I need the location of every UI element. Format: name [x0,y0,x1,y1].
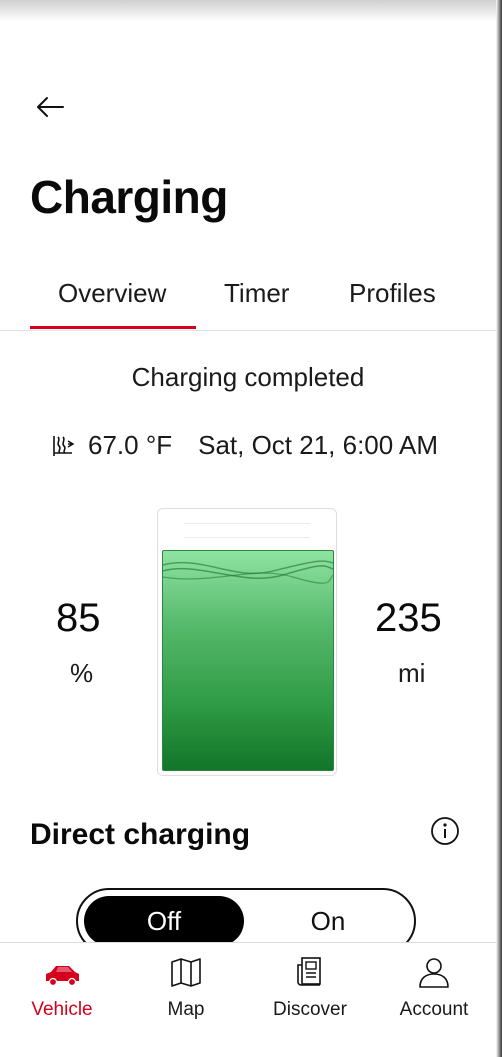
charging-status: Charging completed [131,362,365,392]
cabin-temperature: 67.0 °F [88,430,173,460]
climate-info-row: 67.0 °F Sat, Oct 21, 6:00 AM [50,430,438,461]
timer-datetime: Sat, Oct 21, 6:00 AM [198,430,439,460]
soc-unit: % [70,658,94,688]
climate-heat-icon [53,435,75,456]
nav-map[interactable]: Map [124,955,248,1021]
active-tab-indicator [30,326,196,329]
discover-icon [297,957,321,986]
charging-screen: Charging Overview Timer Profiles Chargin… [0,0,502,1057]
soc-value: 85 [56,596,101,640]
nav-label-discover: Discover [273,999,347,1020]
range-value: 235 [375,596,442,640]
nav-account[interactable]: Account [372,955,496,1021]
battery-fill-level [162,550,334,771]
tab-bar: Overview Timer Profiles [0,270,496,331]
direct-charging-title: Direct charging [30,818,251,851]
status-bar-shade [0,0,502,22]
account-icon [419,958,449,988]
back-button[interactable] [32,90,68,124]
nav-label-account: Account [399,999,469,1020]
range-unit: mi [398,658,426,688]
battery-wave [163,560,333,584]
info-icon[interactable] [430,816,460,846]
back-arrow-icon [37,97,64,117]
bottom-navigation: Vehicle Map Discover Account [0,942,496,1057]
tab-overview[interactable]: Overview [58,278,166,309]
window-edge [496,0,502,1057]
nav-label-vehicle: Vehicle [31,999,93,1020]
nav-discover[interactable]: Discover [248,955,372,1021]
nav-vehicle[interactable]: Vehicle [0,955,124,1021]
tab-timer[interactable]: Timer [224,278,289,309]
tab-profiles[interactable]: Profiles [349,278,436,309]
battery-gridline [184,537,310,538]
battery-gridline [184,523,310,524]
nav-label-map: Map [167,999,205,1020]
toggle-on-option[interactable]: On [248,896,408,946]
toggle-off-option[interactable]: Off [84,896,244,946]
page-title: Charging [30,171,228,223]
map-icon [171,958,201,987]
battery-gauge [157,508,337,776]
car-icon [46,966,79,987]
